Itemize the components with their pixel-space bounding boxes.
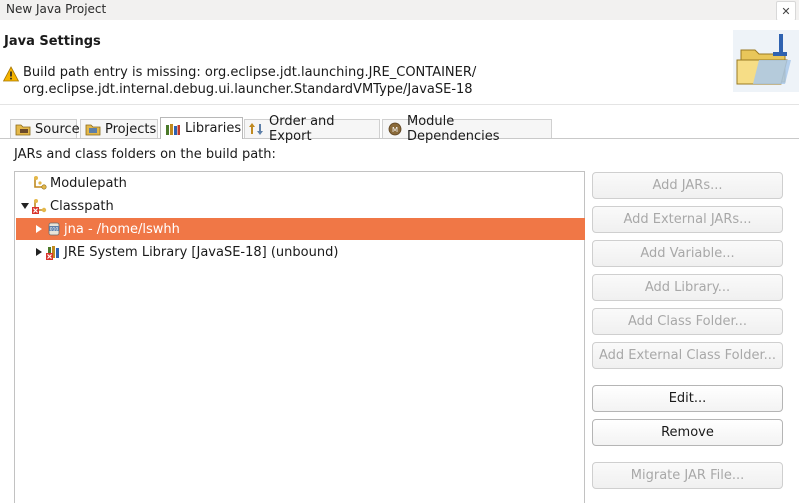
new-java-project-window: New Java Project ✕ Java Settings Build p… [0, 0, 799, 503]
build-path-tree[interactable]: Modulepath Classpath 010 jna - /home/lsw… [14, 171, 585, 503]
page-title: Java Settings [4, 34, 101, 49]
warning-line-1: Build path entry is missing: org.eclipse… [23, 65, 477, 80]
modulepath-icon [34, 176, 47, 190]
migrate-jar-file-button[interactable]: Migrate JAR File... [592, 462, 783, 489]
build-path-label: JARs and class folders on the build path… [14, 147, 276, 162]
svg-text:M: M [392, 126, 398, 134]
title-bar: New Java Project ✕ [0, 0, 799, 21]
tab-projects[interactable]: Projects [80, 119, 158, 138]
expanded-chevron-icon[interactable] [18, 199, 32, 213]
add-class-folder-button[interactable]: Add Class Folder... [592, 308, 783, 335]
edit-button[interactable]: Edit... [592, 385, 783, 412]
tree-item-classpath[interactable]: Classpath [16, 195, 585, 217]
tree-item-modulepath[interactable]: Modulepath [16, 172, 585, 194]
add-external-jars-button[interactable]: Add External JARs... [592, 206, 783, 233]
add-library-button[interactable]: Add Library... [592, 274, 783, 301]
warning-line-2: org.eclipse.jdt.internal.debug.ui.launch… [23, 82, 473, 97]
add-variable-button[interactable]: Add Variable... [592, 240, 783, 267]
warning-icon [3, 66, 19, 82]
tree-item-jre-system-library[interactable]: JRE System Library [JavaSE-18] (unbound) [16, 241, 585, 263]
tab-order-and-export[interactable]: Order and Export [244, 114, 380, 144]
tab-module-dependencies[interactable]: M Module Dependencies [382, 114, 552, 144]
close-button[interactable]: ✕ [776, 1, 796, 21]
collapsed-chevron-icon[interactable] [32, 222, 46, 236]
collapsed-chevron-icon[interactable] [32, 245, 46, 259]
order-export-icon [249, 123, 263, 135]
module-icon: M [388, 122, 402, 136]
remove-button[interactable]: Remove [592, 419, 783, 446]
tab-libraries[interactable]: Libraries [160, 117, 243, 139]
tree-item-jna[interactable]: 010 jna - /home/lswhh [16, 218, 585, 240]
add-jars-button[interactable]: Add JARs... [592, 172, 783, 199]
classpath-icon [32, 199, 47, 214]
libraries-icon [166, 123, 180, 135]
wizard-header: Java Settings Build path entry is missin… [0, 20, 799, 105]
projects-icon [85, 124, 101, 136]
add-external-class-folder-button[interactable]: Add External Class Folder... [592, 342, 783, 369]
warning-message: Build path entry is missing: org.eclipse… [23, 64, 476, 98]
settings-tabs: Source Projects Libraries Order and Expo… [0, 114, 799, 144]
new-project-folder-icon [733, 30, 799, 92]
jar-icon: 010 [48, 222, 60, 236]
source-folder-icon [15, 124, 31, 136]
tab-underline [0, 138, 799, 139]
close-icon: ✕ [781, 4, 791, 18]
tab-source[interactable]: Source [10, 119, 80, 138]
window-title: New Java Project [6, 2, 107, 16]
jre-library-error-icon [46, 246, 59, 260]
svg-text:010: 010 [50, 226, 59, 232]
